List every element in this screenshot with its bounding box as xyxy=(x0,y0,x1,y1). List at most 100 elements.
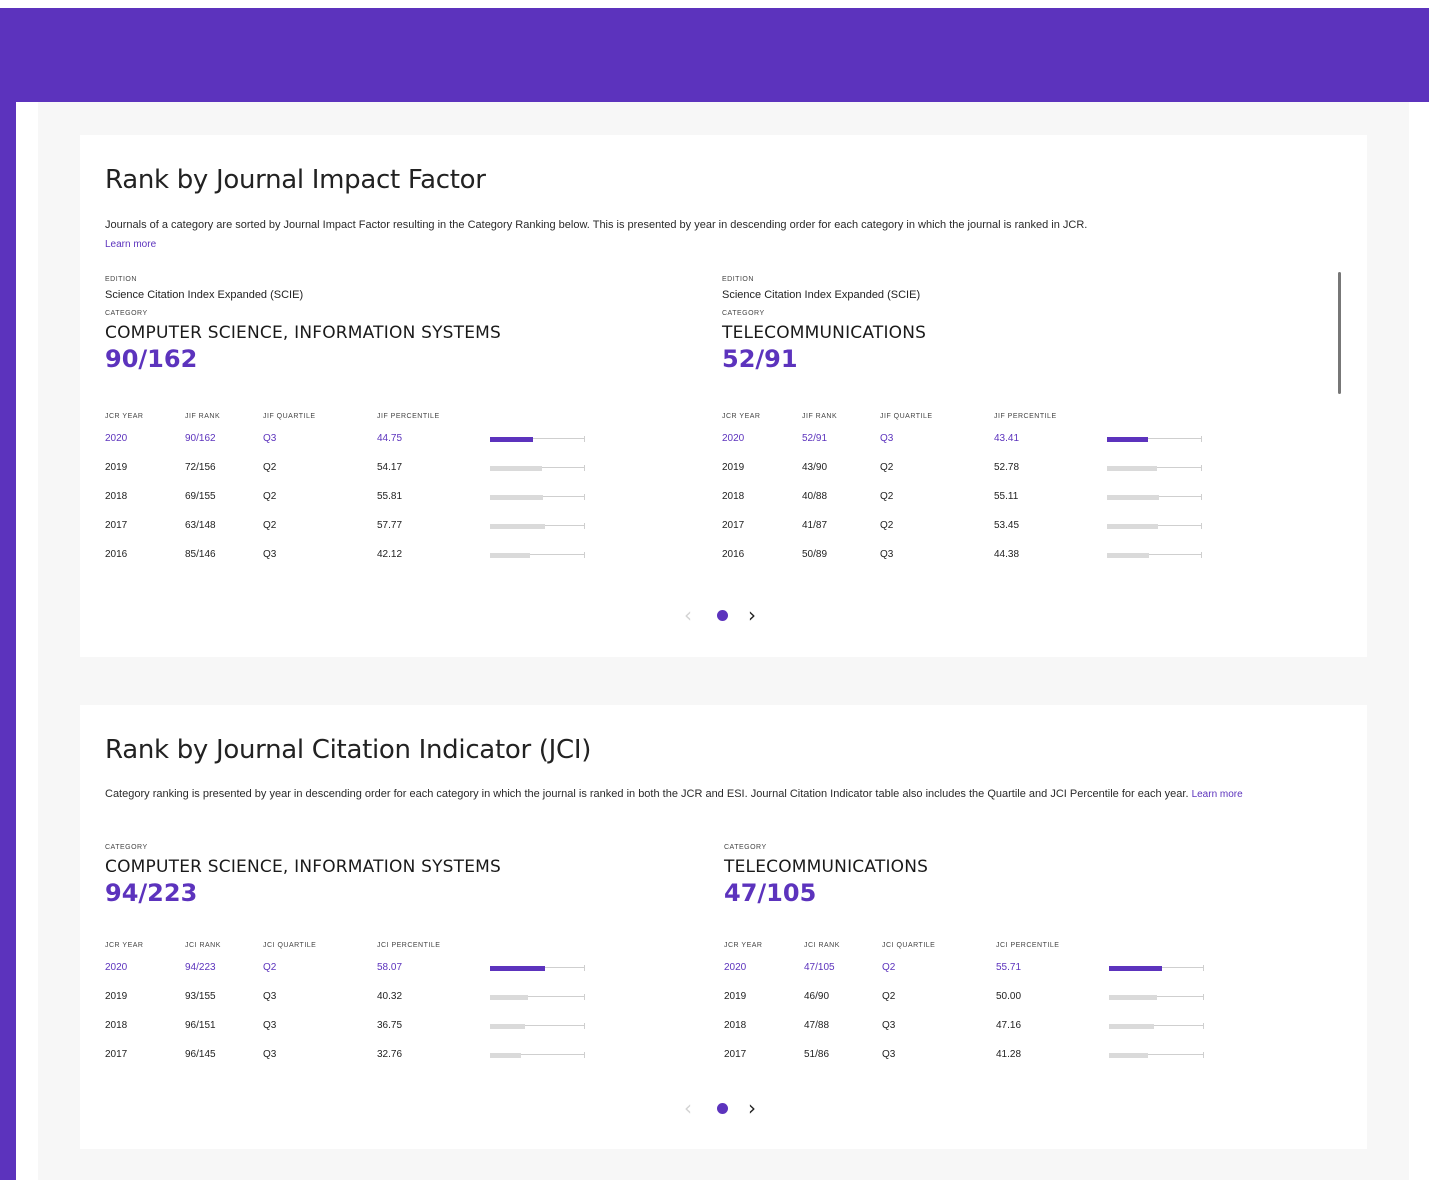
percentile-bar-fill xyxy=(1107,466,1158,471)
cell-percentile[interactable]: 43.41 xyxy=(994,433,1019,444)
header-quartile: JCI QUARTILE xyxy=(882,942,936,949)
percentile-bar xyxy=(490,1052,585,1059)
jif-category-telecom: EDITION Science Citation Index Expanded … xyxy=(722,275,1282,373)
edition-value: Science Citation Index Expanded (SCIE) xyxy=(105,289,304,301)
table-row: 2017 41/87 Q2 53.45 xyxy=(722,520,1222,549)
cell-percentile: 55.11 xyxy=(994,491,1019,502)
header-year: JCR YEAR xyxy=(105,413,144,420)
category-label: CATEGORY xyxy=(105,310,148,317)
percentile-bar-fill xyxy=(1107,553,1150,558)
table-row: 2020 47/105 Q2 55.71 xyxy=(724,962,1224,991)
percentile-bar-fill xyxy=(490,553,530,558)
table-row: 2020 94/223 Q2 58.07 xyxy=(105,962,605,991)
table-header: JCR YEAR JIF RANK JIF QUARTILE JIF PERCENTI… xyxy=(105,413,605,427)
cell-rank: 43/90 xyxy=(802,462,828,473)
cell-year: 2017 xyxy=(722,520,745,531)
percentile-bar-end xyxy=(584,552,585,558)
chevron-right-icon[interactable]: › xyxy=(748,605,756,625)
cell-rank[interactable]: 47/105 xyxy=(804,962,835,973)
table-row: 2018 69/155 Q2 55.81 xyxy=(105,491,605,520)
header-quartile: JIF QUARTILE xyxy=(880,413,933,420)
cell-quartile: Q2 xyxy=(263,520,277,531)
cell-year: 2020 xyxy=(105,433,128,444)
carousel-dot-active[interactable] xyxy=(717,1103,728,1114)
percentile-bar xyxy=(490,436,585,443)
cell-year: 2018 xyxy=(724,1020,747,1031)
jci-table-telecom: JCR YEAR JCI RANK JCI QUARTILE JCI PERCENTI… xyxy=(724,942,1224,1078)
percentile-bar-fill xyxy=(490,966,546,971)
table-row: 2019 46/90 Q2 50.00 xyxy=(724,991,1224,1020)
category-label: CATEGORY xyxy=(724,844,767,851)
chevron-left-icon[interactable]: ‹ xyxy=(684,605,692,625)
cell-quartile: Q3 xyxy=(263,433,277,444)
category-name: TELECOMMUNICATIONS xyxy=(724,857,929,877)
edition-value: Science Citation Index Expanded (SCIE) xyxy=(722,289,921,301)
percentile-bar xyxy=(490,965,585,972)
percentile-bar-fill xyxy=(1109,1053,1149,1058)
cell-rank: 50/89 xyxy=(802,549,828,560)
cell-rank[interactable]: 94/223 xyxy=(185,962,216,973)
jif-description: Journals of a category are sorted by Jou… xyxy=(105,216,1275,254)
cell-quartile: Q3 xyxy=(880,549,894,560)
header-year: JCR YEAR xyxy=(724,942,763,949)
percentile-bar xyxy=(490,494,585,501)
percentile-bar-end xyxy=(1201,523,1202,529)
cell-year: 2020 xyxy=(724,962,747,973)
percentile-bar-end xyxy=(584,465,585,471)
cell-percentile: 52.78 xyxy=(994,462,1020,473)
edition-label: EDITION xyxy=(722,276,754,283)
chevron-left-icon[interactable]: ‹ xyxy=(684,1098,692,1118)
carousel-dot-active[interactable] xyxy=(717,610,728,621)
cell-percentile[interactable]: 44.75 xyxy=(377,433,402,444)
cell-quartile: Q3 xyxy=(263,991,277,1002)
table-row: 2017 63/148 Q2 57.77 xyxy=(105,520,605,549)
percentile-bar xyxy=(1109,994,1204,1001)
percentile-bar-fill xyxy=(1107,524,1158,529)
header-quartile: JIF QUARTILE xyxy=(263,413,316,420)
header-rank: JIF RANK xyxy=(802,413,838,420)
cell-quartile: Q2 xyxy=(263,962,277,973)
header-rank: JCI RANK xyxy=(185,942,221,949)
cell-quartile: Q3 xyxy=(882,1049,896,1060)
category-rank: 52/91 xyxy=(722,345,798,373)
table-row: 2016 85/146 Q3 42.12 xyxy=(105,549,605,578)
chevron-right-icon[interactable]: › xyxy=(748,1098,756,1118)
cell-rank: 93/155 xyxy=(185,991,216,1002)
percentile-bar-end xyxy=(1201,494,1202,500)
percentile-bar-fill xyxy=(1109,966,1162,971)
cell-quartile: Q2 xyxy=(263,491,277,502)
category-name: TELECOMMUNICATIONS xyxy=(722,323,927,343)
cell-year: 2019 xyxy=(105,462,128,473)
percentile-bar-end xyxy=(584,965,585,971)
cell-percentile: 44.38 xyxy=(994,549,1020,560)
percentile-bar-fill xyxy=(490,1024,525,1029)
cell-rank[interactable]: 52/91 xyxy=(802,433,827,444)
header-percentile: JIF PERCENTILE xyxy=(994,413,1057,420)
category-rank: 90/162 xyxy=(105,345,198,373)
cell-quartile: Q3 xyxy=(263,1020,277,1031)
category-rank: 94/223 xyxy=(105,879,198,907)
category-name: COMPUTER SCIENCE, INFORMATION SYSTEMS xyxy=(105,323,502,343)
jif-learn-more-link[interactable]: Learn more xyxy=(105,239,156,250)
percentile-bar xyxy=(1109,1023,1204,1030)
table-row: 2019 43/90 Q2 52.78 xyxy=(722,462,1222,491)
percentile-bar-fill xyxy=(1107,437,1149,442)
percentile-bar-end xyxy=(1203,1052,1204,1058)
percentile-bar xyxy=(1107,494,1202,501)
cell-percentile[interactable]: 55.71 xyxy=(996,962,1021,973)
cell-year: 2017 xyxy=(724,1049,747,1060)
scrollbar[interactable] xyxy=(1338,272,1341,394)
jci-learn-more-link[interactable]: Learn more xyxy=(1192,789,1243,800)
cell-year: 2019 xyxy=(105,991,128,1002)
cell-rank: 46/90 xyxy=(804,991,830,1002)
percentile-bar-fill xyxy=(490,437,533,442)
cell-percentile: 36.75 xyxy=(377,1020,403,1031)
percentile-bar-end xyxy=(1203,1023,1204,1029)
cell-rank[interactable]: 90/162 xyxy=(185,433,216,444)
header-percentile: JCI PERCENTILE xyxy=(377,942,441,949)
jci-description-text: Category ranking is presented by year in… xyxy=(105,788,1189,800)
percentile-bar-fill xyxy=(1109,1024,1154,1029)
percentile-bar-end xyxy=(584,994,585,1000)
percentile-bar-end xyxy=(1201,436,1202,442)
cell-percentile[interactable]: 58.07 xyxy=(377,962,402,973)
